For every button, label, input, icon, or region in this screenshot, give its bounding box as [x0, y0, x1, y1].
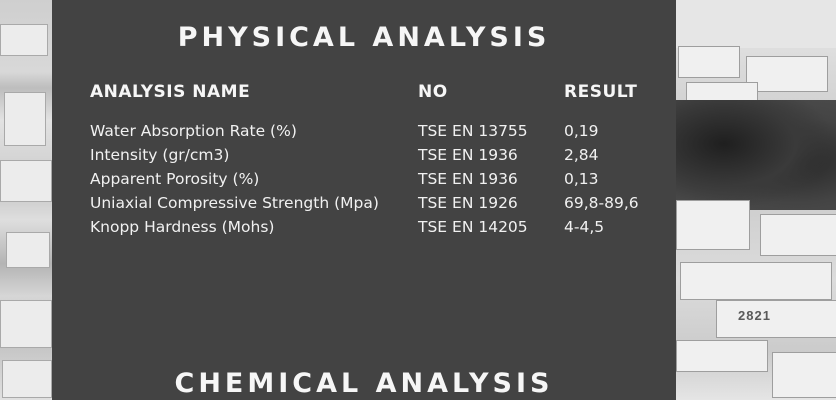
table-row: Intensity (gr/cm3) TSE EN 1936 2,84: [52, 144, 676, 168]
analysis-name: Intensity (gr/cm3): [90, 146, 230, 164]
header-analysis-name: ANALYSIS NAME: [90, 82, 251, 102]
table-row: Uniaxial Compressive Strength (Mpa) TSE …: [52, 192, 676, 216]
sky: [676, 0, 836, 48]
result-value: 0,13: [564, 170, 599, 188]
table-row: Apparent Porosity (%) TSE EN 1936 0,13: [52, 168, 676, 192]
result-value: 0,19: [564, 122, 599, 140]
background-photo-left: [0, 0, 52, 400]
analysis-name: Uniaxial Compressive Strength (Mpa): [90, 194, 379, 212]
standard-no: TSE EN 13755: [418, 122, 528, 140]
result-value: 4-4,5: [564, 218, 605, 236]
trees: [676, 100, 836, 210]
standard-no: TSE EN 14205: [418, 218, 528, 236]
header-no: NO: [418, 82, 448, 102]
page: 2821 PHYSICAL ANALYSIS ANALYSIS NAME NO …: [0, 0, 836, 400]
header-result: RESULT: [564, 82, 638, 102]
standard-no: TSE EN 1926: [418, 194, 518, 212]
standard-no: TSE EN 1936: [418, 170, 518, 188]
result-value: 69,8-89,6: [564, 194, 639, 212]
table-row: Knopp Hardness (Mohs) TSE EN 14205 4-4,5: [52, 216, 676, 240]
block-marking-text: 2821: [738, 308, 771, 323]
table-row: Water Absorption Rate (%) TSE EN 13755 0…: [52, 120, 676, 144]
analysis-name: Water Absorption Rate (%): [90, 122, 297, 140]
standard-no: TSE EN 1936: [418, 146, 518, 164]
background-photo-right: [676, 0, 836, 400]
physical-analysis-table: Water Absorption Rate (%) TSE EN 13755 0…: [52, 120, 676, 240]
physical-analysis-title: PHYSICAL ANALYSIS: [177, 22, 551, 53]
chemical-analysis-title: CHEMICAL ANALYSIS: [174, 368, 554, 399]
result-value: 2,84: [564, 146, 599, 164]
analysis-name: Knopp Hardness (Mohs): [90, 218, 275, 236]
analysis-panel: PHYSICAL ANALYSIS ANALYSIS NAME NO RESUL…: [52, 0, 676, 400]
analysis-name: Apparent Porosity (%): [90, 170, 260, 188]
